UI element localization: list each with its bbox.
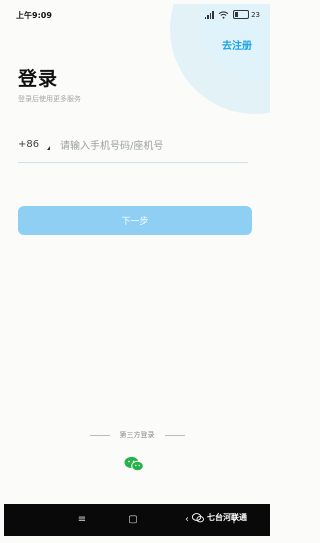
phone-field: +86 (18, 136, 248, 163)
menu-icon[interactable]: ≡ (74, 512, 90, 528)
home-icon[interactable]: ▢ (125, 512, 141, 528)
app-screen: 上午9:09 23 去注册 登录 登录后使用更多服务 +86 下一步 第三方登录 (4, 4, 270, 539)
third-party-label: 第三方登录 (119, 431, 155, 439)
wifi-icon (218, 10, 229, 19)
battery-level: 23 (251, 10, 260, 19)
page-subtitle: 登录后使用更多服务 (18, 95, 81, 103)
divider-left (89, 434, 110, 436)
watermark-text: 七台河联通 (207, 513, 247, 522)
register-link[interactable]: 去注册 (222, 37, 252, 52)
third-party-login: 第三方登录 (4, 430, 270, 440)
wechat-official-icon (192, 512, 204, 522)
status-bar: 上午9:09 23 (4, 4, 270, 26)
next-button[interactable]: 下一步 (18, 206, 252, 235)
watermark: 七台河联通 (192, 512, 247, 523)
status-time: 上午9:09 (16, 11, 52, 20)
wechat-icon[interactable] (124, 456, 144, 472)
phone-input[interactable] (60, 136, 246, 156)
battery-icon: 23 (233, 10, 260, 19)
country-code-selector[interactable]: +86 (18, 139, 39, 150)
signal-icon (204, 10, 215, 19)
dropdown-triangle-icon[interactable] (47, 146, 50, 150)
page-title: 登录 (18, 68, 59, 90)
status-icons: 23 (204, 9, 260, 20)
divider-right (164, 434, 185, 436)
